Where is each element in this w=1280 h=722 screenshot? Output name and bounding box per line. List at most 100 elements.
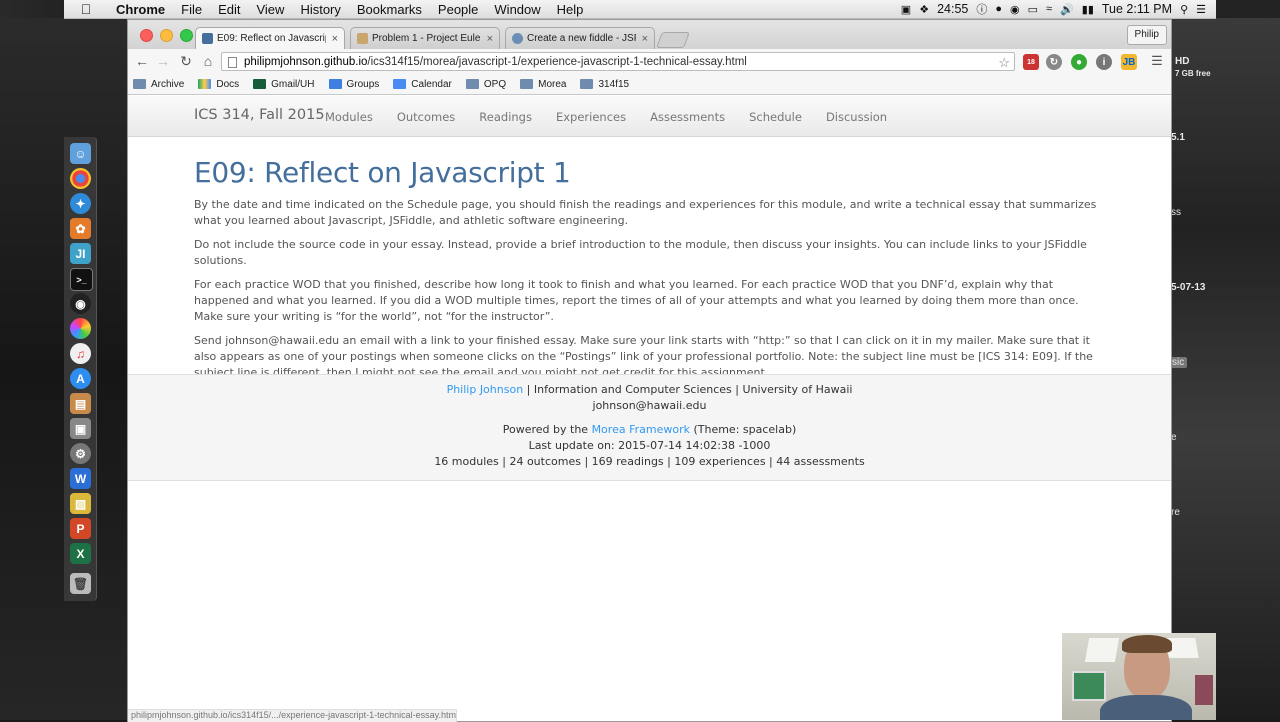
nav-schedule[interactable]: Schedule bbox=[749, 110, 802, 124]
browser-toolbar: ← → ↻ ⌂ philipmjohnson.github.io/ics314f… bbox=[128, 49, 1171, 74]
footer-powered: Powered by the Morea Framework (Theme: s… bbox=[128, 422, 1171, 438]
menu-window[interactable]: Window bbox=[486, 2, 548, 17]
word-icon[interactable]: W bbox=[70, 468, 91, 489]
stickies-icon[interactable]: ▧ bbox=[70, 493, 91, 514]
itunes-icon[interactable]: ♫ bbox=[70, 343, 91, 364]
nav-readings[interactable]: Readings bbox=[479, 110, 532, 124]
sync-extension-icon[interactable]: ↻ bbox=[1046, 54, 1062, 70]
timer-readout[interactable]: 24:55 bbox=[937, 2, 968, 16]
tab-jsfiddle[interactable]: Create a new fiddle - JSFid × bbox=[505, 27, 655, 49]
nav-experiences[interactable]: Experiences bbox=[556, 110, 626, 124]
bookmark-label: Morea bbox=[538, 78, 567, 90]
notes-app-icon[interactable]: ▤ bbox=[70, 393, 91, 414]
uh-icon bbox=[253, 79, 267, 89]
nav-modules[interactable]: Modules bbox=[325, 110, 373, 124]
webcam-overlay bbox=[1062, 633, 1216, 720]
menu-history[interactable]: History bbox=[292, 2, 348, 17]
close-tab-icon[interactable]: × bbox=[642, 33, 648, 45]
bookmark-314f15[interactable]: 314f15 bbox=[580, 79, 629, 90]
airplay-icon[interactable]: ▭ bbox=[1028, 3, 1038, 16]
powerpoint-icon[interactable]: P bbox=[70, 518, 91, 539]
info-icon[interactable]: ⓘ bbox=[976, 1, 987, 17]
article-paragraph: Do not include the source code in your e… bbox=[194, 238, 1087, 267]
web-page: ICS 314, Fall 2015 Modules Outcomes Read… bbox=[128, 96, 1171, 721]
bookmark-gmail-uh[interactable]: Gmail/UH bbox=[253, 79, 315, 90]
bookmark-label: OPQ bbox=[483, 78, 507, 90]
footer-email: johnson@hawaii.edu bbox=[592, 399, 707, 412]
bookmark-opq[interactable]: OPQ bbox=[465, 78, 507, 90]
github-icon[interactable]: ◉ bbox=[70, 293, 91, 314]
close-tab-icon[interactable]: × bbox=[332, 33, 338, 45]
menubar-clock[interactable]: Tue 2:11 PM bbox=[1102, 2, 1172, 16]
site-brand[interactable]: ICS 314, Fall 2015 bbox=[194, 107, 325, 123]
morea-framework-link[interactable]: Morea Framework bbox=[592, 423, 690, 436]
tab-title: Problem 1 - Project Euler bbox=[372, 33, 481, 44]
excel-icon[interactable]: X bbox=[70, 543, 91, 564]
address-bar[interactable]: philipmjohnson.github.io/ics314f15/morea… bbox=[221, 52, 1015, 71]
extension-badge-count: 18 bbox=[1027, 58, 1035, 66]
tab-e09-reflect[interactable]: E09: Reflect on Javascript × bbox=[195, 27, 345, 49]
nav-discussion[interactable]: Discussion bbox=[826, 110, 887, 124]
trash-icon[interactable]: 🗑 bbox=[70, 573, 91, 594]
new-tab-button[interactable] bbox=[656, 32, 690, 48]
safari-icon[interactable]: ✦ bbox=[70, 193, 91, 214]
home-button[interactable]: ⌂ bbox=[199, 53, 217, 69]
menu-edit[interactable]: Edit bbox=[210, 2, 248, 17]
chrome-menu-icon[interactable]: ☰ bbox=[1148, 53, 1166, 69]
mac-menubar:  Chrome File Edit View History Bookmark… bbox=[64, 0, 1216, 19]
dropbox-icon[interactable]: ❖ bbox=[919, 3, 929, 16]
browser-window: E09: Reflect on Javascript × Problem 1 -… bbox=[127, 19, 1172, 722]
profile-button[interactable]: Philip bbox=[1126, 25, 1167, 45]
notification-center-icon[interactable]: ☰ bbox=[1196, 3, 1206, 16]
bookmark-groups[interactable]: Groups bbox=[328, 79, 379, 90]
wifi-icon[interactable]: ≈ bbox=[1046, 3, 1052, 15]
bookmark-star-icon[interactable]: ☆ bbox=[998, 53, 1010, 72]
tab-project-euler[interactable]: Problem 1 - Project Euler × bbox=[350, 27, 500, 49]
reload-button[interactable]: ↻ bbox=[177, 53, 195, 70]
eye-icon[interactable]: ◉ bbox=[1010, 3, 1020, 16]
url-path: /ics314f15/morea/javascript-1/experience… bbox=[367, 56, 747, 68]
back-button[interactable]: ← bbox=[133, 53, 151, 69]
finder-icon[interactable]: ☺ bbox=[70, 143, 91, 164]
evernote-icon[interactable]: ● bbox=[995, 3, 1002, 15]
screen-record-icon[interactable]: ▣ bbox=[901, 3, 911, 16]
photos-icon[interactable] bbox=[70, 318, 91, 339]
jetbrains-extension-icon[interactable]: JB bbox=[1121, 54, 1137, 70]
info-extension-icon[interactable]: i bbox=[1096, 54, 1112, 70]
forward-button[interactable]: → bbox=[154, 53, 172, 69]
window-controls bbox=[140, 29, 193, 42]
menu-people[interactable]: People bbox=[430, 2, 486, 17]
tab-favicon-icon bbox=[202, 33, 213, 44]
zoom-window-button[interactable] bbox=[180, 29, 193, 42]
volume-icon[interactable]: 🔊 bbox=[1060, 3, 1074, 16]
wall-sign bbox=[1072, 671, 1106, 701]
chrome-icon[interactable] bbox=[70, 168, 91, 189]
battery-icon[interactable]: ▮▮ bbox=[1082, 3, 1094, 16]
nav-outcomes[interactable]: Outcomes bbox=[397, 110, 455, 124]
firefox-icon[interactable]: ✿ bbox=[70, 218, 91, 239]
extension-badge-icon[interactable]: 18 bbox=[1023, 54, 1039, 70]
apple-menu-icon[interactable]:  bbox=[64, 1, 108, 17]
spotlight-search-icon[interactable]: ⚲ bbox=[1180, 3, 1188, 16]
screenflow-icon[interactable]: ▣ bbox=[70, 418, 91, 439]
bookmark-morea[interactable]: Morea bbox=[520, 79, 566, 90]
menu-view[interactable]: View bbox=[248, 2, 292, 17]
menu-app-name[interactable]: Chrome bbox=[108, 2, 173, 17]
menu-bookmarks[interactable]: Bookmarks bbox=[349, 2, 430, 17]
jetbrains-icon[interactable]: JI bbox=[70, 243, 91, 264]
close-window-button[interactable] bbox=[140, 29, 153, 42]
terminal-icon[interactable]: >_ bbox=[70, 268, 93, 291]
menu-file[interactable]: File bbox=[173, 2, 210, 17]
close-tab-icon[interactable]: × bbox=[487, 33, 493, 45]
evernote-extension-icon[interactable]: ● bbox=[1071, 54, 1087, 70]
bookmark-calendar[interactable]: Calendar bbox=[393, 79, 452, 90]
system-preferences-icon[interactable]: ⚙ bbox=[70, 443, 91, 464]
bookmark-archive[interactable]: Archive bbox=[133, 79, 184, 90]
author-link[interactable]: Philip Johnson bbox=[447, 383, 524, 396]
nav-assessments[interactable]: Assessments bbox=[650, 110, 725, 124]
app-store-icon[interactable]: A bbox=[70, 368, 91, 389]
menu-help[interactable]: Help bbox=[549, 2, 592, 17]
desktop-label: ss bbox=[1171, 207, 1181, 218]
bookmark-docs[interactable]: Docs bbox=[198, 79, 239, 90]
minimize-window-button[interactable] bbox=[160, 29, 173, 42]
